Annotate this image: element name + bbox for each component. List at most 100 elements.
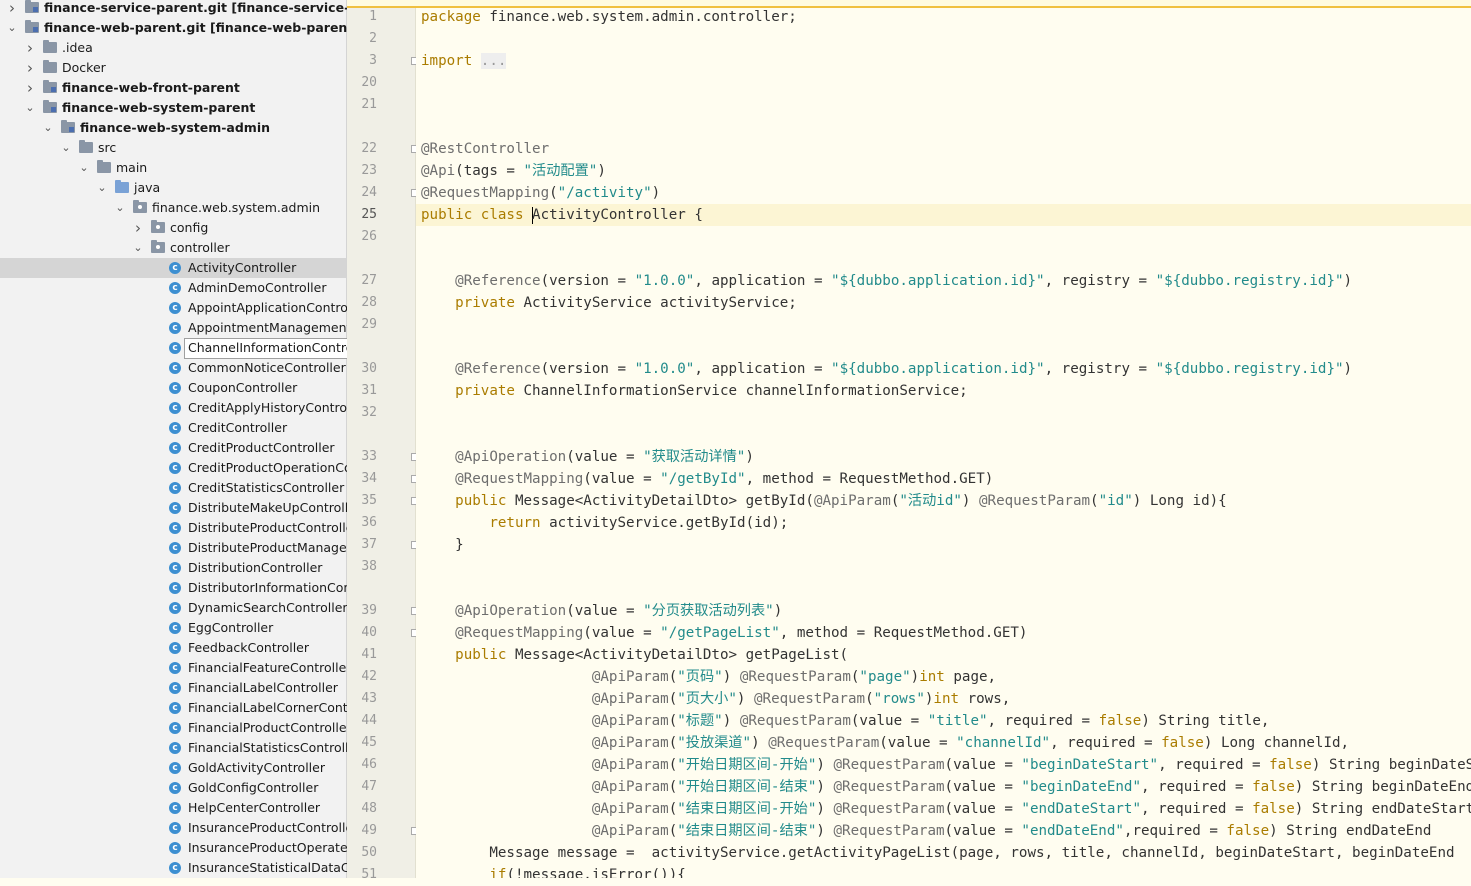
- tree-item-label: AdminDemoController: [188, 280, 327, 295]
- code-line[interactable]: @ApiParam("标题") @RequestParam(value = "t…: [421, 710, 1270, 732]
- code-line[interactable]: @ApiParam("投放渠道") @RequestParam(value = …: [421, 732, 1349, 754]
- tree-item[interactable]: c DistributorInformationCont: [0, 578, 356, 598]
- tree-item[interactable]: c CreditProductController: [0, 438, 346, 458]
- tree-item[interactable]: c CreditController: [0, 418, 346, 438]
- code-line[interactable]: @ApiParam("页码") @RequestParam("page")int…: [421, 666, 996, 688]
- chevron-down-icon[interactable]: ⌄: [78, 158, 90, 178]
- chevron-right-icon[interactable]: ›: [132, 218, 144, 238]
- tree-item[interactable]: c FinancialStatisticsController: [0, 738, 361, 758]
- code-line[interactable]: import ...: [421, 50, 507, 72]
- code-line[interactable]: return activityService.getById(id);: [421, 512, 788, 534]
- editor-top-strip: [347, 0, 1471, 8]
- tree-item[interactable]: c CommonNoticeController: [0, 358, 346, 378]
- tree-item[interactable]: c AdminDemoController: [0, 278, 346, 298]
- tree-item[interactable]: c HelpCenterController: [0, 798, 346, 818]
- tree-item[interactable]: ⌄ main: [0, 158, 346, 178]
- java-class-icon: c: [169, 681, 183, 695]
- tree-item[interactable]: c CreditProductOperationCor: [0, 458, 357, 478]
- code-line[interactable]: public Message<ActivityDetailDto> getByI…: [421, 490, 1227, 512]
- code-line[interactable]: @ApiOperation(value = "分页获取活动列表"): [421, 600, 782, 622]
- chevron-down-icon[interactable]: ⌄: [24, 98, 36, 118]
- java-class-icon: c: [169, 621, 183, 635]
- tree-item[interactable]: ⌄ finance-web-system-admin: [0, 118, 346, 138]
- chevron-down-icon[interactable]: ⌄: [132, 238, 144, 258]
- tree-item[interactable]: c InsuranceProductController: [0, 818, 358, 838]
- tree-item[interactable]: c ActivityController: [0, 258, 346, 278]
- tree-item-label: InsuranceProductController: [188, 820, 359, 835]
- java-class-icon: c: [169, 861, 183, 875]
- tree-item[interactable]: c DistributeMakeUpControlle: [0, 498, 356, 518]
- tree-item[interactable]: c FinancialProductController: [0, 718, 352, 738]
- code-line[interactable]: @RequestMapping(value = "/getById", meth…: [421, 468, 993, 490]
- tree-item[interactable]: c AppointmentManagementC: [0, 318, 360, 338]
- tree-item[interactable]: ⌄ finance-web-parent.git [finance-web-par…: [0, 18, 394, 38]
- line-number: 46: [361, 757, 377, 772]
- code-line[interactable]: @Reference(version = "1.0.0", applicatio…: [421, 270, 1352, 292]
- tree-item[interactable]: › finance-service-parent.git [finance-ser…: [0, 0, 402, 18]
- tree-item[interactable]: c CouponController: [0, 378, 346, 398]
- code-line[interactable]: @Api(tags = "活动配置"): [421, 160, 606, 182]
- chevron-right-icon[interactable]: ›: [24, 38, 36, 58]
- chevron-down-icon[interactable]: ⌄: [6, 18, 18, 38]
- code-line[interactable]: private ChannelInformationService channe…: [421, 380, 968, 402]
- tree-item[interactable]: c FinancialLabelCornerContro: [0, 698, 360, 718]
- code-line[interactable]: @RequestMapping(value = "/getPageList", …: [421, 622, 1027, 644]
- tree-item[interactable]: ⌄ controller: [0, 238, 346, 258]
- chevron-down-icon[interactable]: ⌄: [60, 138, 72, 158]
- code-line[interactable]: @ApiParam("结束日期区间-开始") @RequestParam(val…: [421, 798, 1471, 820]
- code-line[interactable]: @ApiOperation(value = "获取活动详情"): [421, 446, 754, 468]
- tree-item[interactable]: c FinancialLabelController: [0, 678, 346, 698]
- tree-item[interactable]: c GoldActivityController: [0, 758, 346, 778]
- chevron-right-icon[interactable]: ›: [24, 58, 36, 78]
- tree-item[interactable]: ⌄ finance-web-system-parent: [0, 98, 346, 118]
- tree-item-label: FinancialStatisticsController: [188, 740, 362, 755]
- code-line[interactable]: @ApiParam("页大小") @RequestParam("rows")in…: [421, 688, 1010, 710]
- code-line[interactable]: @RestController: [421, 138, 549, 160]
- chevron-down-icon[interactable]: ⌄: [96, 178, 108, 198]
- tree-item[interactable]: c DistributeProductController: [0, 518, 359, 538]
- chevron-down-icon[interactable]: ⌄: [114, 198, 126, 218]
- tree-item[interactable]: c CreditStatisticsController: [0, 478, 346, 498]
- code-line[interactable]: @ApiParam("开始日期区间-开始") @RequestParam(val…: [421, 754, 1471, 776]
- tree-item-label: DynamicSearchController: [188, 600, 348, 615]
- code-editor[interactable]: package finance.web.system.admin.control…: [416, 0, 1471, 878]
- code-line[interactable]: if(!message.isError()){: [421, 864, 685, 878]
- tree-item[interactable]: c FinancialFeatureController: [0, 658, 351, 678]
- java-class-icon: c: [169, 701, 183, 715]
- line-number: 3: [369, 53, 377, 68]
- tree-item[interactable]: › finance-web-front-parent: [0, 78, 346, 98]
- tree-item[interactable]: c InsuranceStatisticalDataCor: [0, 858, 362, 878]
- tree-item[interactable]: c DistributionController: [0, 558, 346, 578]
- code-line[interactable]: public Message<ActivityDetailDto> getPag…: [421, 644, 848, 666]
- tree-item[interactable]: › config: [0, 218, 346, 238]
- code-line[interactable]: @ApiParam("结束日期区间-结束") @RequestParam(val…: [421, 820, 1432, 842]
- editor-gutter: 1 2 3 20 21 22 23 24 25 26 27 28 29 30 31 32 33 34 35 36 37 3…: [347, 0, 419, 882]
- code-line[interactable]: public class ActivityController {: [421, 204, 703, 226]
- tree-item[interactable]: ⌄ finance.web.system.admin: [0, 198, 346, 218]
- tree-item[interactable]: ⌄ src: [0, 138, 346, 158]
- tree-item[interactable]: c EggController: [0, 618, 346, 638]
- chevron-right-icon[interactable]: ›: [24, 78, 36, 98]
- tree-item[interactable]: c ChannelInformationController: [0, 338, 378, 359]
- code-line[interactable]: }: [421, 534, 464, 556]
- tree-item[interactable]: c DynamicSearchController: [0, 598, 348, 618]
- tree-item[interactable]: c CreditApplyHistoryControlle: [0, 398, 362, 418]
- tree-item[interactable]: c AppointApplicationControll: [0, 298, 355, 318]
- tree-item-label: main: [116, 160, 148, 175]
- tree-item[interactable]: c GoldConfigController: [0, 778, 346, 798]
- tree-item[interactable]: c InsuranceProductOperateC: [0, 838, 356, 858]
- tree-item[interactable]: › .idea: [0, 38, 346, 58]
- code-line[interactable]: @RequestMapping("/activity"): [421, 182, 660, 204]
- tree-item[interactable]: c FeedbackController: [0, 638, 346, 658]
- tree-item-label: finance.web.system.admin: [152, 200, 321, 215]
- code-line[interactable]: private ActivityService activityService;: [421, 292, 797, 314]
- tree-item[interactable]: c DistributeProductManager(: [0, 538, 357, 558]
- code-line[interactable]: Message message = activityService.getAct…: [421, 842, 1454, 864]
- code-line[interactable]: @ApiParam("开始日期区间-结束") @RequestParam(val…: [421, 776, 1471, 798]
- chevron-right-icon[interactable]: ›: [6, 0, 18, 18]
- chevron-down-icon[interactable]: ⌄: [42, 118, 54, 138]
- code-line[interactable]: @Reference(version = "1.0.0", applicatio…: [421, 358, 1352, 380]
- tree-item[interactable]: › Docker: [0, 58, 346, 78]
- tree-item[interactable]: ⌄ java: [0, 178, 346, 198]
- code-line[interactable]: package finance.web.system.admin.control…: [421, 6, 797, 28]
